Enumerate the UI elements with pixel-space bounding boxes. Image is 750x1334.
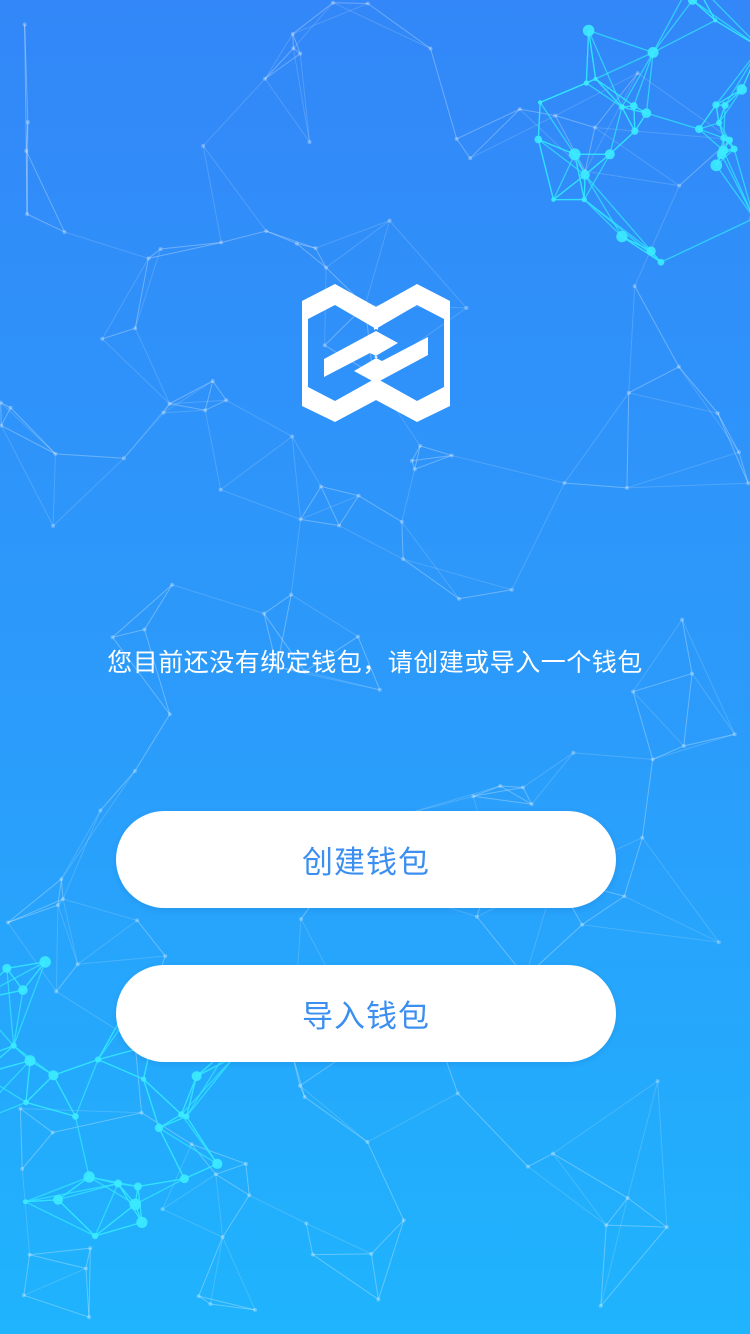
create-wallet-button[interactable]: 创建钱包 <box>116 811 616 908</box>
welcome-screen: 您目前还没有绑定钱包，请创建或导入一个钱包 创建钱包 导入钱包 <box>0 0 750 1334</box>
import-wallet-label: 导入钱包 <box>302 999 430 1035</box>
create-wallet-label: 创建钱包 <box>302 845 430 881</box>
wallet-logo-icon <box>302 284 450 422</box>
no-wallet-message: 您目前还没有绑定钱包，请创建或导入一个钱包 <box>107 648 643 677</box>
import-wallet-button[interactable]: 导入钱包 <box>116 965 616 1062</box>
